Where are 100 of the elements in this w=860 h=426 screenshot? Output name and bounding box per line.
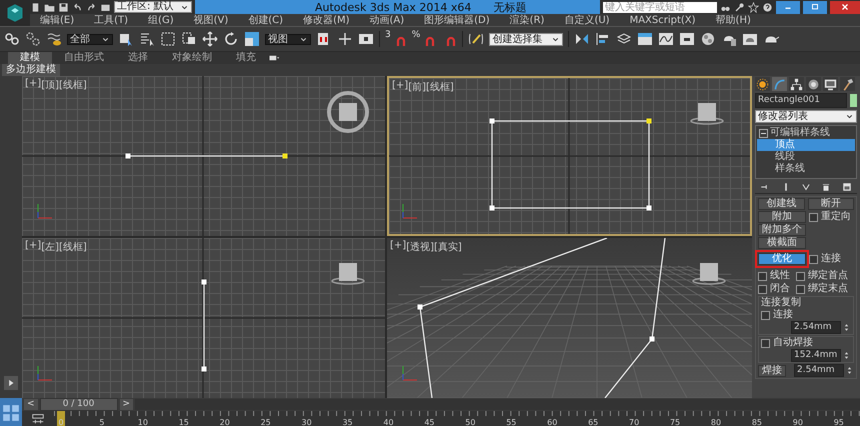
spinner-field[interactable]: 2.54mm <box>791 321 841 334</box>
menu-item[interactable]: 视图(V) <box>194 13 228 27</box>
viewport-label-menu[interactable]: [线框] <box>59 78 87 92</box>
viewport-label-menu[interactable]: [+] <box>25 240 42 254</box>
menu-item[interactable]: MAXScript(X) <box>630 14 696 26</box>
button[interactable]: 附加多个 <box>758 224 806 236</box>
ribbon-panel-tab[interactable]: 多边形建模 <box>2 64 60 76</box>
command-panel-tab[interactable] <box>823 77 838 91</box>
maximize-button[interactable] <box>803 0 827 14</box>
menu-item[interactable]: 自定义(U) <box>564 13 610 27</box>
minimize-button[interactable] <box>776 0 800 14</box>
viewport-label-menu[interactable]: [线框] <box>426 80 454 94</box>
viewport[interactable]: [+][前][线框] <box>387 76 752 236</box>
command-panel-tab[interactable] <box>789 77 804 91</box>
checkbox[interactable] <box>758 284 767 294</box>
viewport-label-menu[interactable]: [前] <box>408 80 426 94</box>
workspace-dropdown[interactable]: 工作区: 默认 <box>114 1 192 13</box>
menu-item[interactable]: 编辑(E) <box>40 13 74 27</box>
timeline-ruler[interactable]: 0 5 10 15 20 25 30 35 40 45 50 55 60 65 70 75 80 85 90 95 <box>54 411 860 426</box>
named-selection-dropdown[interactable]: 创建选择集 <box>489 32 564 46</box>
button[interactable]: 断开 <box>808 198 854 210</box>
command-panel-tab[interactable] <box>755 77 770 91</box>
link-icon[interactable] <box>4 31 20 47</box>
ribbon-tab[interactable]: 对象绘制 <box>160 52 224 64</box>
spinner-field[interactable]: 2.54mm <box>794 364 844 377</box>
window-crossing-icon[interactable] <box>181 31 197 47</box>
make-unique-icon[interactable] <box>800 182 811 192</box>
select-by-name-icon[interactable] <box>139 31 155 47</box>
play-button[interactable] <box>4 376 18 390</box>
time-slider-thumb[interactable]: 0 / 100 <box>40 398 118 411</box>
collapse-icon[interactable] <box>759 128 768 138</box>
menu-item[interactable]: 修改器(M) <box>303 13 350 27</box>
viewport-label-menu[interactable]: [顶] <box>41 78 59 92</box>
menu-item[interactable]: 帮助(H) <box>716 13 751 27</box>
viewport-label-menu[interactable]: [线框] <box>59 240 87 254</box>
weld-button[interactable]: 焊接 <box>758 364 786 376</box>
modifier-stack-item[interactable]: 样条线 <box>757 163 855 175</box>
ribbon-tab[interactable]: 建模 <box>8 52 52 64</box>
viewport[interactable]: [+][顶][线框] <box>22 76 385 236</box>
view-cube-icon[interactable] <box>690 103 724 125</box>
next-frame-button[interactable]: > <box>120 399 134 410</box>
rectangle-select-icon[interactable] <box>160 31 176 47</box>
command-panel-tab[interactable] <box>840 77 855 91</box>
spinner-arrows-icon[interactable] <box>842 351 851 360</box>
edit-named-selection-icon[interactable] <box>468 31 484 47</box>
button[interactable]: 创建线 <box>758 198 804 210</box>
menu-item[interactable]: 渲染(R) <box>510 13 544 27</box>
menu-item[interactable]: 组(G) <box>148 13 174 27</box>
viewport-label-menu[interactable]: [透视] <box>406 240 434 254</box>
view-cube-icon[interactable] <box>692 263 726 285</box>
button[interactable]: 横截面 <box>758 237 806 249</box>
spinner-arrows-icon[interactable] <box>845 366 854 375</box>
viewport[interactable]: [+][透视][真实] <box>387 238 752 398</box>
button[interactable]: 附加 <box>758 211 806 223</box>
material-editor-icon[interactable] <box>700 31 716 47</box>
checkbox[interactable] <box>796 272 805 280</box>
rotate-icon[interactable] <box>223 31 239 47</box>
checkbox[interactable] <box>761 338 770 348</box>
wrench-icon[interactable] <box>734 2 745 12</box>
checkbox[interactable] <box>758 272 767 280</box>
menu-item[interactable]: 图形编辑器(D) <box>424 13 490 27</box>
help-icon[interactable] <box>762 2 773 12</box>
bind-icon[interactable] <box>46 31 62 47</box>
ribbon-tab[interactable]: 选择 <box>116 52 160 64</box>
ribbon-tab[interactable]: 自由形式 <box>52 52 116 64</box>
undo-icon[interactable] <box>72 2 83 12</box>
checkbox[interactable] <box>761 310 770 320</box>
modifier-stack-item[interactable]: 可编辑样条线 <box>757 127 855 139</box>
close-button[interactable] <box>830 0 860 14</box>
star-icon[interactable] <box>748 2 759 12</box>
menu-item[interactable]: 动画(A) <box>370 13 404 27</box>
modifier-list-dropdown[interactable]: 修改器列表 <box>755 110 857 123</box>
unlink-icon[interactable] <box>25 31 41 47</box>
menu-item[interactable]: 创建(C) <box>248 13 284 27</box>
view-cube-icon[interactable] <box>331 263 365 285</box>
checkbox[interactable] <box>809 254 818 264</box>
ribbon-icon[interactable] <box>637 31 654 47</box>
redo-icon[interactable] <box>86 2 97 12</box>
spinner-arrows-icon[interactable] <box>842 323 851 332</box>
viewport-label-menu[interactable]: [真实] <box>434 240 462 254</box>
scale-icon[interactable] <box>244 31 260 47</box>
rendered-frame-icon[interactable] <box>742 31 758 47</box>
new-file-icon[interactable] <box>30 2 41 12</box>
mirror-icon[interactable] <box>574 31 590 47</box>
reference-coordinate-dropdown[interactable]: 视图 <box>265 34 311 44</box>
ribbon-tab[interactable]: 填充 <box>224 52 268 64</box>
checkbox[interactable] <box>796 284 805 294</box>
selection-filter-dropdown[interactable]: 全部 <box>67 34 113 44</box>
app-logo-icon[interactable] <box>5 3 25 23</box>
object-name-field[interactable]: Rectangle001 <box>755 93 847 108</box>
command-panel-tab[interactable] <box>806 77 821 91</box>
previous-frame-button[interactable]: < <box>24 399 38 410</box>
object-color-swatch[interactable] <box>850 94 857 107</box>
curve-editor-icon[interactable] <box>658 31 674 47</box>
viewport-label-menu[interactable]: [左] <box>41 240 59 254</box>
menu-item[interactable]: 工具(T) <box>94 13 128 27</box>
configure-icon[interactable] <box>842 182 852 192</box>
axis-constraint-icon[interactable] <box>337 31 353 47</box>
viewport-label-menu[interactable]: [+] <box>25 78 42 92</box>
modifier-stack-item[interactable]: 线段 <box>757 151 855 163</box>
